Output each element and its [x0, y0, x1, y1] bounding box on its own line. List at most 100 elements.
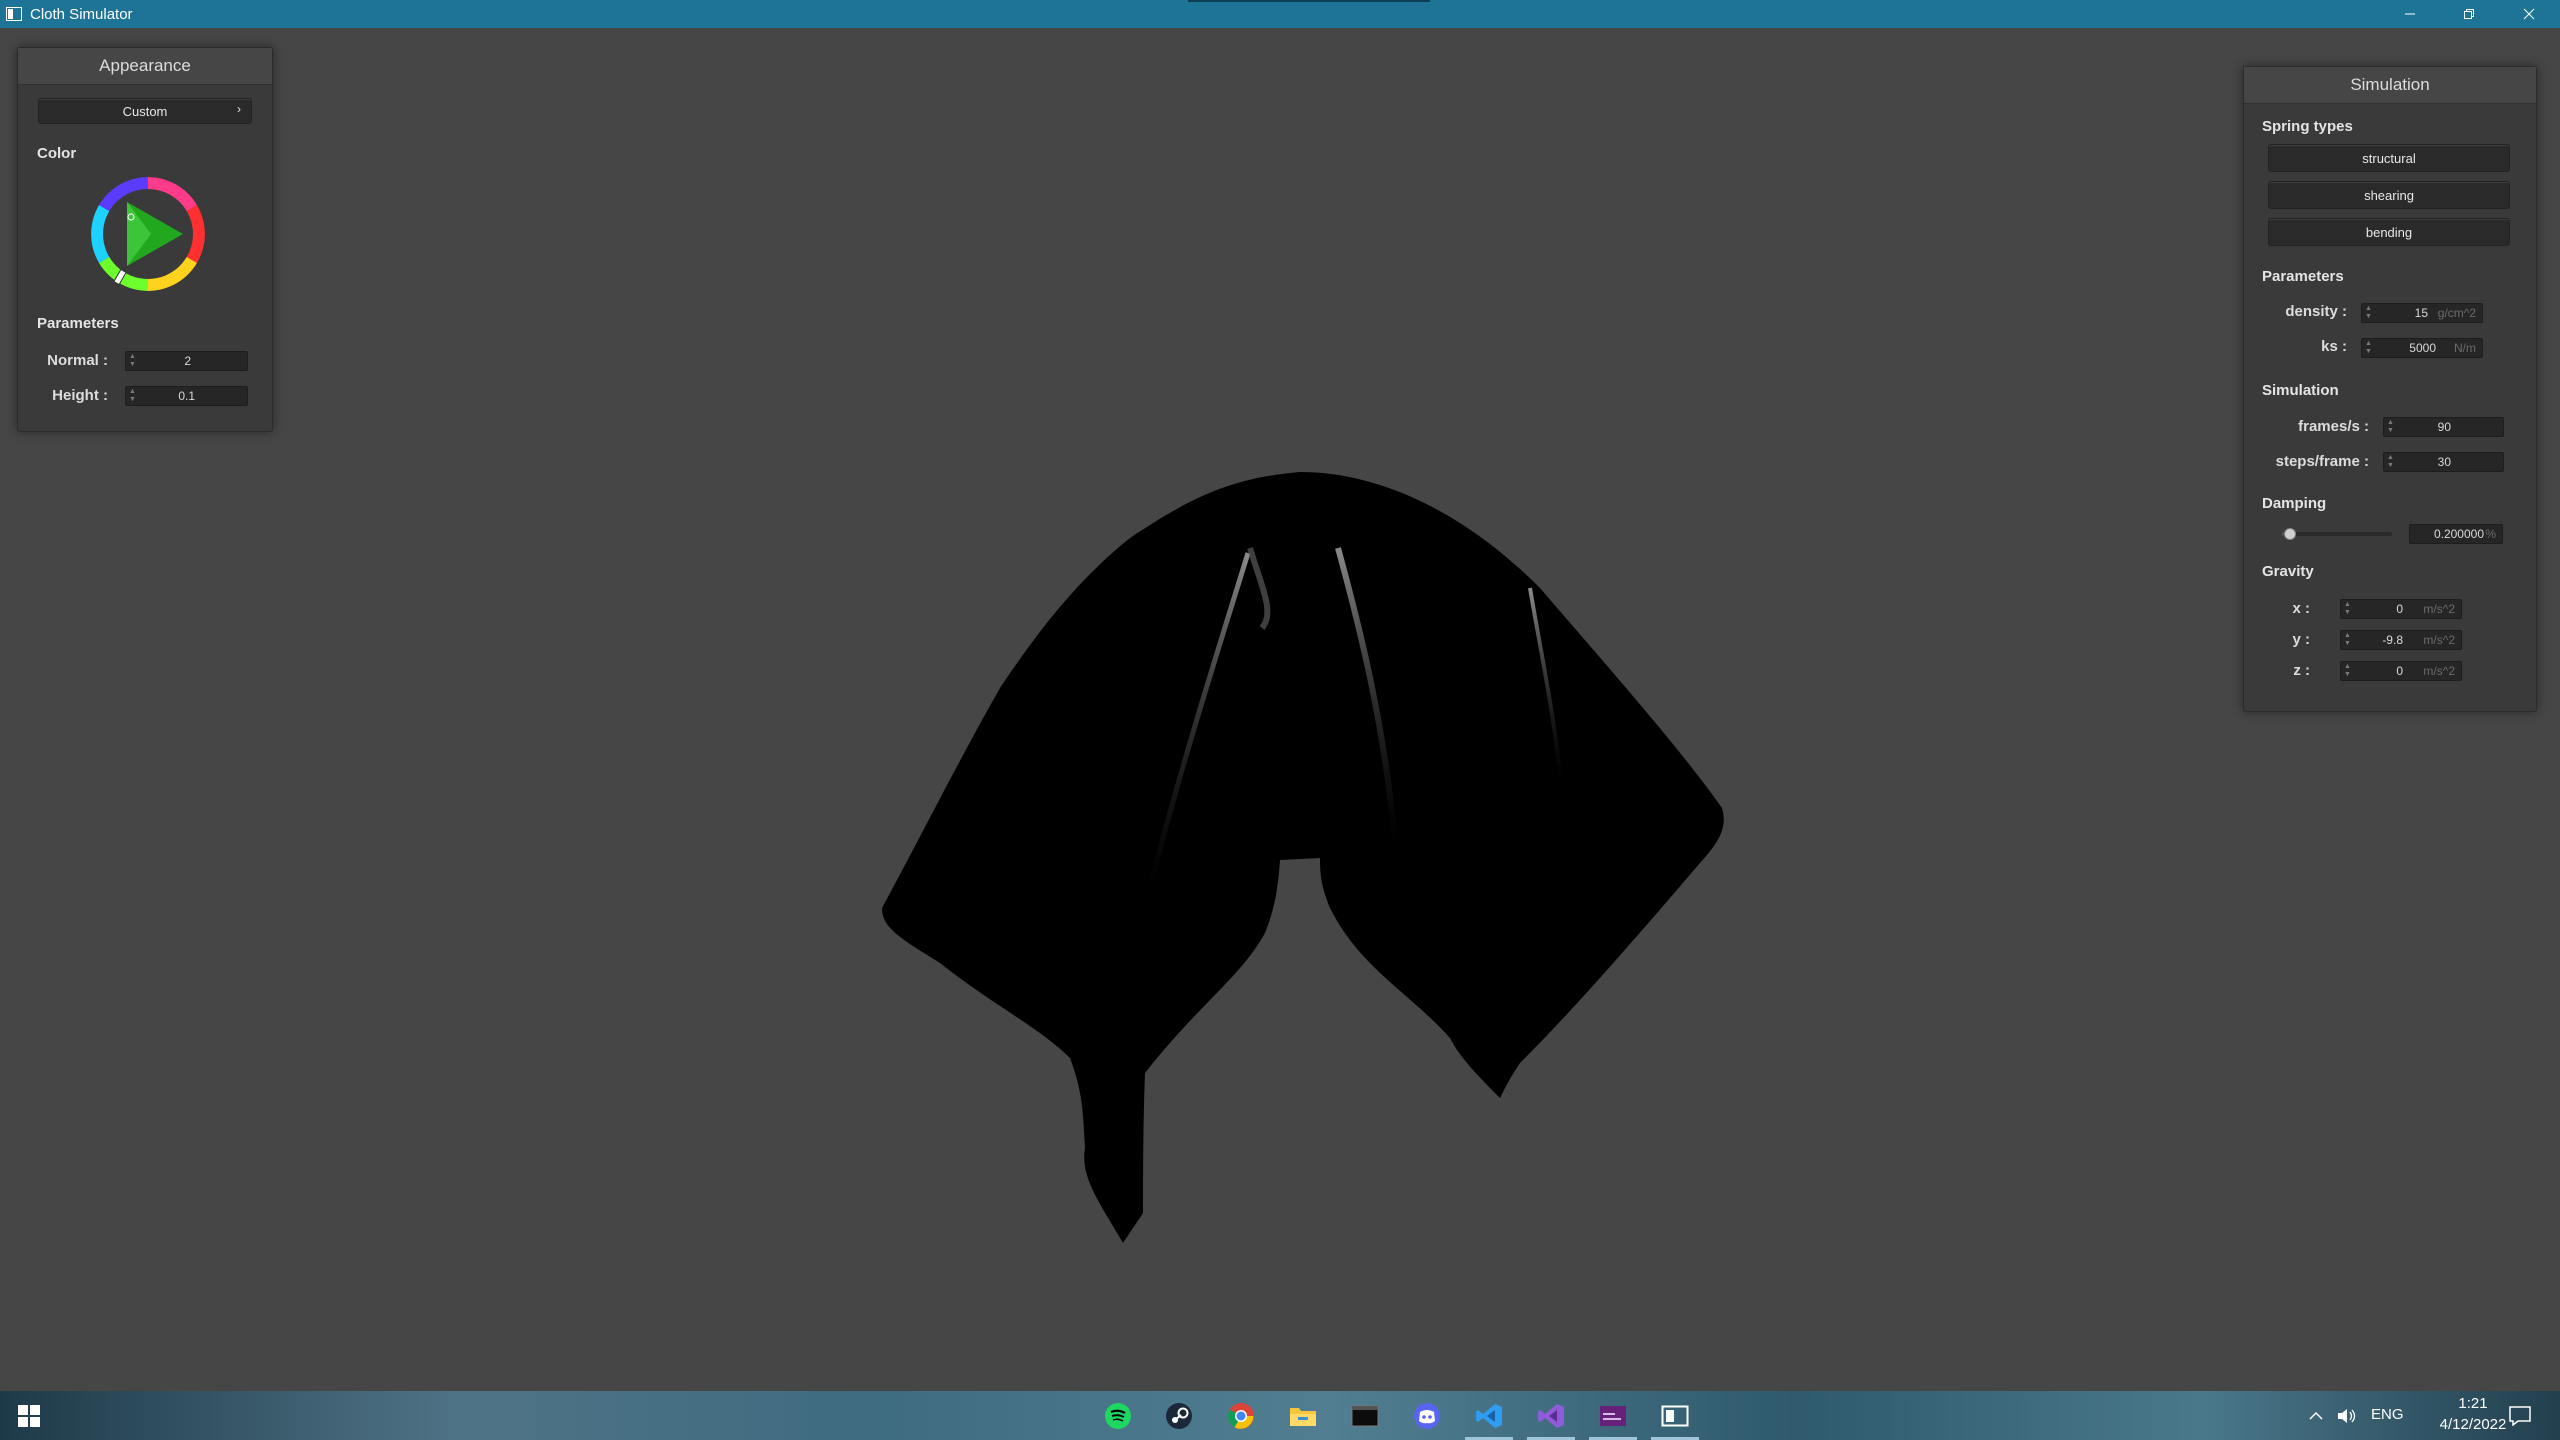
damping-unit: % — [2485, 527, 2496, 541]
preset-dropdown[interactable]: Custom › — [38, 98, 252, 124]
ks-label: ks : — [2321, 338, 2347, 355]
fps-input[interactable]: ▲ ▼ 90 — [2383, 417, 2504, 437]
spinner-icon[interactable]: ▲ ▼ — [2387, 454, 2394, 470]
spinner-icon[interactable]: ▲ ▼ — [2365, 340, 2372, 356]
minimize-icon — [2405, 13, 2415, 15]
restore-button[interactable] — [2440, 0, 2498, 28]
spring-shearing-button[interactable]: shearing — [2268, 181, 2510, 209]
taskbar-discord[interactable] — [1412, 1401, 1442, 1431]
gravity-x-unit: m/s^2 — [2423, 602, 2455, 616]
spinner-icon[interactable]: ▲ ▼ — [2344, 601, 2351, 617]
taskbar-vscode[interactable] — [1474, 1401, 1504, 1431]
appearance-title: Appearance — [99, 56, 191, 75]
sim-parameters-label: Parameters — [2262, 268, 2344, 285]
spotify-icon — [1105, 1403, 1131, 1429]
damping-value: 0.200000 — [2433, 527, 2484, 541]
spinner-icon[interactable]: ▲ ▼ — [2365, 305, 2372, 321]
simulation-title: Simulation — [2350, 75, 2430, 94]
chevron-up-icon — [2309, 1411, 2323, 1420]
height-input[interactable]: ▲ ▼ 0.1 — [125, 386, 248, 406]
speaker-icon — [2338, 1409, 2356, 1423]
simulation-panel: Simulation Spring types structural shear… — [2243, 66, 2537, 712]
damping-input[interactable]: 0.200000 % — [2409, 524, 2503, 544]
taskbar-terminal[interactable] — [1350, 1401, 1380, 1431]
taskbar-visual-studio[interactable] — [1536, 1401, 1566, 1431]
close-icon — [2523, 8, 2535, 20]
simulation-panel-header[interactable]: Simulation — [2244, 67, 2536, 104]
color-wheel[interactable] — [91, 177, 205, 291]
spring-bending-label: bending — [2365, 224, 2413, 240]
fps-label: frames/s : — [2298, 418, 2369, 435]
density-unit: g/cm^2 — [2437, 306, 2476, 320]
taskbar-visual-studio-2[interactable] — [1598, 1401, 1628, 1431]
ks-input[interactable]: ▲ ▼ 5000 N/m — [2361, 338, 2483, 358]
taskbar: ENG 1:21 4/12/2022 — [0, 1391, 2560, 1440]
windows-start-button[interactable] — [14, 1401, 44, 1431]
chevron-right-icon: › — [237, 102, 241, 116]
title-bar[interactable]: Cloth Simulator — [0, 0, 2560, 28]
terminal-icon — [1351, 1405, 1379, 1427]
density-input[interactable]: ▲ ▼ 15 g/cm^2 — [2361, 303, 2483, 323]
gravity-z-value: 0 — [2396, 664, 2403, 678]
density-value: 15 — [2414, 306, 2428, 320]
spinner-icon[interactable]: ▲ ▼ — [2344, 632, 2351, 648]
spinner-icon[interactable]: ▲ ▼ — [2387, 419, 2394, 435]
minimize-button[interactable] — [2381, 0, 2439, 28]
spinner-icon[interactable]: ▲ ▼ — [2344, 663, 2351, 679]
ks-unit: N/m — [2454, 341, 2476, 355]
cloth-simulator-icon — [1661, 1405, 1689, 1427]
notification-icon — [2509, 1406, 2531, 1426]
steps-input[interactable]: ▲ ▼ 30 — [2383, 452, 2504, 472]
visual-studio-2-icon — [1600, 1406, 1626, 1426]
taskbar-chrome[interactable] — [1226, 1401, 1256, 1431]
spring-shearing-label: shearing — [2364, 187, 2414, 203]
preset-label: Custom — [122, 103, 168, 119]
volume-button[interactable] — [2335, 1401, 2359, 1431]
spring-structural-label: structural — [2362, 150, 2416, 166]
density-label: density : — [2285, 303, 2347, 320]
app-window-icon — [6, 7, 22, 21]
height-value: 0.1 — [178, 389, 195, 403]
discord-icon — [1414, 1403, 1440, 1429]
height-label: Height : — [52, 387, 108, 404]
gravity-y-input[interactable]: ▲ ▼ -9.8 m/s^2 — [2340, 630, 2462, 650]
restore-icon — [2464, 9, 2474, 19]
ks-value: 5000 — [2409, 341, 2436, 355]
spinner-icon[interactable]: ▲ ▼ — [129, 353, 136, 369]
gravity-y-label: y : — [2292, 631, 2310, 648]
steam-icon — [1166, 1403, 1192, 1429]
tray-overflow-button[interactable] — [2305, 1401, 2327, 1431]
viewport-3d[interactable] — [0, 28, 2560, 1391]
steps-label: steps/frame : — [2275, 453, 2369, 470]
visual-studio-icon — [1538, 1404, 1564, 1428]
spinner-icon[interactable]: ▲ ▼ — [129, 388, 136, 404]
normal-input[interactable]: ▲ ▼ 2 — [125, 351, 248, 371]
language-indicator[interactable]: ENG — [2371, 1406, 2404, 1423]
normal-value: 2 — [184, 354, 191, 368]
windows-logo-icon — [18, 1405, 40, 1427]
close-button[interactable] — [2500, 0, 2558, 28]
spring-structural-button[interactable]: structural — [2268, 144, 2510, 172]
title-drag-indicator — [1188, 0, 1430, 2]
appearance-parameters-label: Parameters — [37, 315, 119, 332]
taskbar-spotify[interactable] — [1103, 1401, 1133, 1431]
notifications-button[interactable] — [2505, 1401, 2535, 1431]
gravity-x-input[interactable]: ▲ ▼ 0 m/s^2 — [2340, 599, 2462, 619]
gravity-z-input[interactable]: ▲ ▼ 0 m/s^2 — [2340, 661, 2462, 681]
damping-slider[interactable] — [2282, 528, 2392, 540]
damping-slider-handle[interactable] — [2284, 528, 2297, 540]
window-title: Cloth Simulator — [30, 5, 133, 23]
taskbar-file-explorer[interactable] — [1288, 1401, 1318, 1431]
appearance-panel-header[interactable]: Appearance — [18, 48, 272, 85]
appearance-panel: Appearance Custom › Color Parameters Nor… — [17, 47, 273, 432]
normal-label: Normal : — [47, 352, 108, 369]
taskbar-cloth-simulator[interactable] — [1660, 1401, 1690, 1431]
clock-time[interactable]: 1:21 — [2438, 1395, 2508, 1412]
gravity-x-label: x : — [2292, 600, 2310, 617]
gravity-z-unit: m/s^2 — [2423, 664, 2455, 678]
spring-bending-button[interactable]: bending — [2268, 218, 2510, 246]
steps-value: 30 — [2437, 455, 2451, 469]
taskbar-steam[interactable] — [1164, 1401, 1194, 1431]
vscode-icon — [1476, 1404, 1502, 1428]
gravity-x-value: 0 — [2396, 602, 2403, 616]
